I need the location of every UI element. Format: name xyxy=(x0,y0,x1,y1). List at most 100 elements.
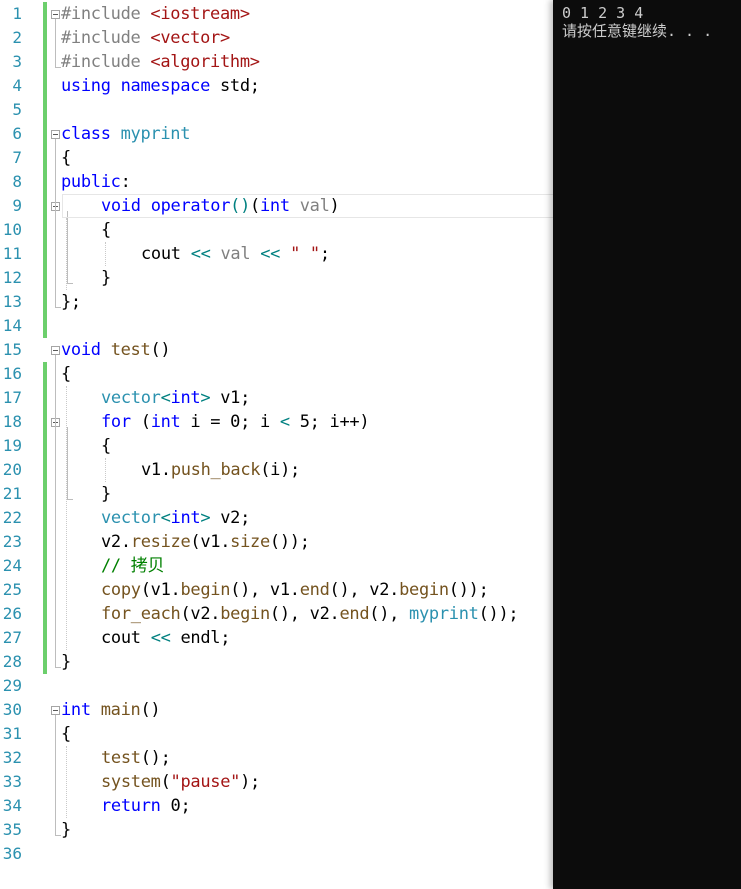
code-line[interactable]: cout << val << " "; xyxy=(141,242,330,266)
line-number: 14 xyxy=(2,316,22,335)
code-token: myprint xyxy=(120,124,191,144)
code-line[interactable]: test(); xyxy=(101,746,171,770)
code-token: end xyxy=(339,604,370,624)
code-line[interactable]: return 0; xyxy=(101,794,191,818)
indent-guide xyxy=(66,218,67,290)
line-number: 30 xyxy=(2,700,22,719)
line-number: 19 xyxy=(2,436,22,455)
code-line[interactable]: public: xyxy=(61,170,131,194)
code-token: #include xyxy=(61,28,151,48)
line-number: 26 xyxy=(2,604,22,623)
code-token: int xyxy=(170,388,201,408)
line-number: 16 xyxy=(2,364,22,383)
code-line[interactable]: // 拷贝 xyxy=(101,554,165,578)
code-token: i = 0; i xyxy=(180,412,280,432)
console-output: 0 1 2 3 4 xyxy=(562,4,644,22)
outline-scope-line xyxy=(67,427,68,499)
code-line[interactable]: void test() xyxy=(61,338,171,362)
code-line[interactable]: { xyxy=(101,434,111,458)
collapse-toggle-icon[interactable] xyxy=(51,706,60,715)
code-token: copy xyxy=(101,580,141,600)
line-number: 4 xyxy=(12,76,22,95)
code-line[interactable]: cout << endl; xyxy=(101,626,230,650)
indent-guide xyxy=(105,242,106,266)
code-line[interactable]: v1.push_back(i); xyxy=(141,458,300,482)
indent-guide xyxy=(66,746,67,818)
code-token: size xyxy=(230,532,270,552)
code-line[interactable]: for (int i = 0; i < 5; i++) xyxy=(101,410,370,434)
line-number: 22 xyxy=(2,508,22,527)
code-token: < xyxy=(160,508,171,528)
line-number: 20 xyxy=(2,460,22,479)
code-line[interactable]: vector<int> v1; xyxy=(101,386,250,410)
code-token: ( xyxy=(160,772,171,792)
code-token: val xyxy=(220,244,251,264)
outline-scope-end xyxy=(55,667,61,668)
line-number: 18 xyxy=(2,412,22,431)
line-number: 10 xyxy=(2,220,22,239)
code-line[interactable]: } xyxy=(61,818,71,842)
code-line[interactable]: int main() xyxy=(61,698,161,722)
outline-scope-line xyxy=(55,715,56,835)
code-token: vector xyxy=(101,388,161,408)
code-line[interactable]: v2.resize(v1.size()); xyxy=(101,530,310,554)
code-line[interactable]: #include <vector> xyxy=(61,26,230,50)
code-line[interactable]: } xyxy=(101,266,111,290)
line-number: 32 xyxy=(2,748,22,767)
code-token: (v2. xyxy=(180,604,221,624)
code-token: (i); xyxy=(260,460,300,480)
code-line[interactable]: #include <iostream> xyxy=(61,2,250,26)
code-line[interactable]: { xyxy=(61,722,71,746)
code-token: }; xyxy=(61,292,81,312)
code-token: class xyxy=(61,124,111,144)
code-line[interactable]: { xyxy=(101,218,111,242)
code-line[interactable]: using namespace std; xyxy=(61,74,260,98)
code-token: > xyxy=(200,508,211,528)
code-editor[interactable]: 1 2 3 4 5 6 7 8 9 10 11 12 13 14 15 16 17 18 19 20 21 22 23 24 2… xyxy=(0,0,553,889)
code-token: begin xyxy=(220,604,270,624)
code-token: push_back xyxy=(170,460,261,480)
line-number: 2 xyxy=(12,28,22,47)
code-line[interactable]: #include <algorithm> xyxy=(61,50,260,74)
console-window[interactable]: 0 1 2 3 4 请按任意键继续. . . xyxy=(553,0,741,889)
code-token: for_each xyxy=(101,604,181,624)
collapse-toggle-icon[interactable] xyxy=(51,346,60,355)
code-token: std; xyxy=(210,76,260,96)
code-token: <iostream> xyxy=(150,4,250,24)
code-line[interactable]: { xyxy=(61,362,71,386)
code-line[interactable]: class myprint xyxy=(61,122,190,146)
code-token: vector xyxy=(101,508,161,528)
code-token: using xyxy=(61,76,111,96)
line-number: 29 xyxy=(2,676,22,695)
line-number: 11 xyxy=(2,244,22,263)
change-indicator-bar xyxy=(43,362,47,674)
line-number: 7 xyxy=(12,148,22,167)
code-line[interactable]: } xyxy=(101,482,111,506)
code-token: return xyxy=(101,796,161,816)
change-indicator-bar xyxy=(43,2,47,338)
outline-scope-end xyxy=(55,307,61,308)
code-token: ()); xyxy=(269,532,310,552)
code-token: public xyxy=(61,172,121,192)
code-line[interactable]: system("pause"); xyxy=(101,770,260,794)
code-token: > xyxy=(200,388,211,408)
code-line[interactable]: copy(v1.begin(), v1.end(), v2.begin()); xyxy=(101,578,489,602)
current-line-highlight xyxy=(62,194,553,218)
code-token: 0; xyxy=(160,796,191,816)
line-number: 31 xyxy=(2,724,22,743)
code-token: " " xyxy=(290,244,320,264)
code-line[interactable]: vector<int> v2; xyxy=(101,506,250,530)
collapse-toggle-icon[interactable] xyxy=(51,130,60,139)
code-line[interactable]: for_each(v2.begin(), v2.end(), myprint()… xyxy=(101,602,519,626)
code-line[interactable]: { xyxy=(61,146,71,170)
code-line[interactable]: } xyxy=(61,650,71,674)
code-token: int xyxy=(61,700,91,720)
code-token: for xyxy=(101,412,131,432)
collapse-toggle-icon[interactable] xyxy=(51,10,60,19)
line-number: 27 xyxy=(2,628,22,647)
code-line[interactable]: }; xyxy=(61,290,81,314)
code-token: << xyxy=(190,244,211,264)
